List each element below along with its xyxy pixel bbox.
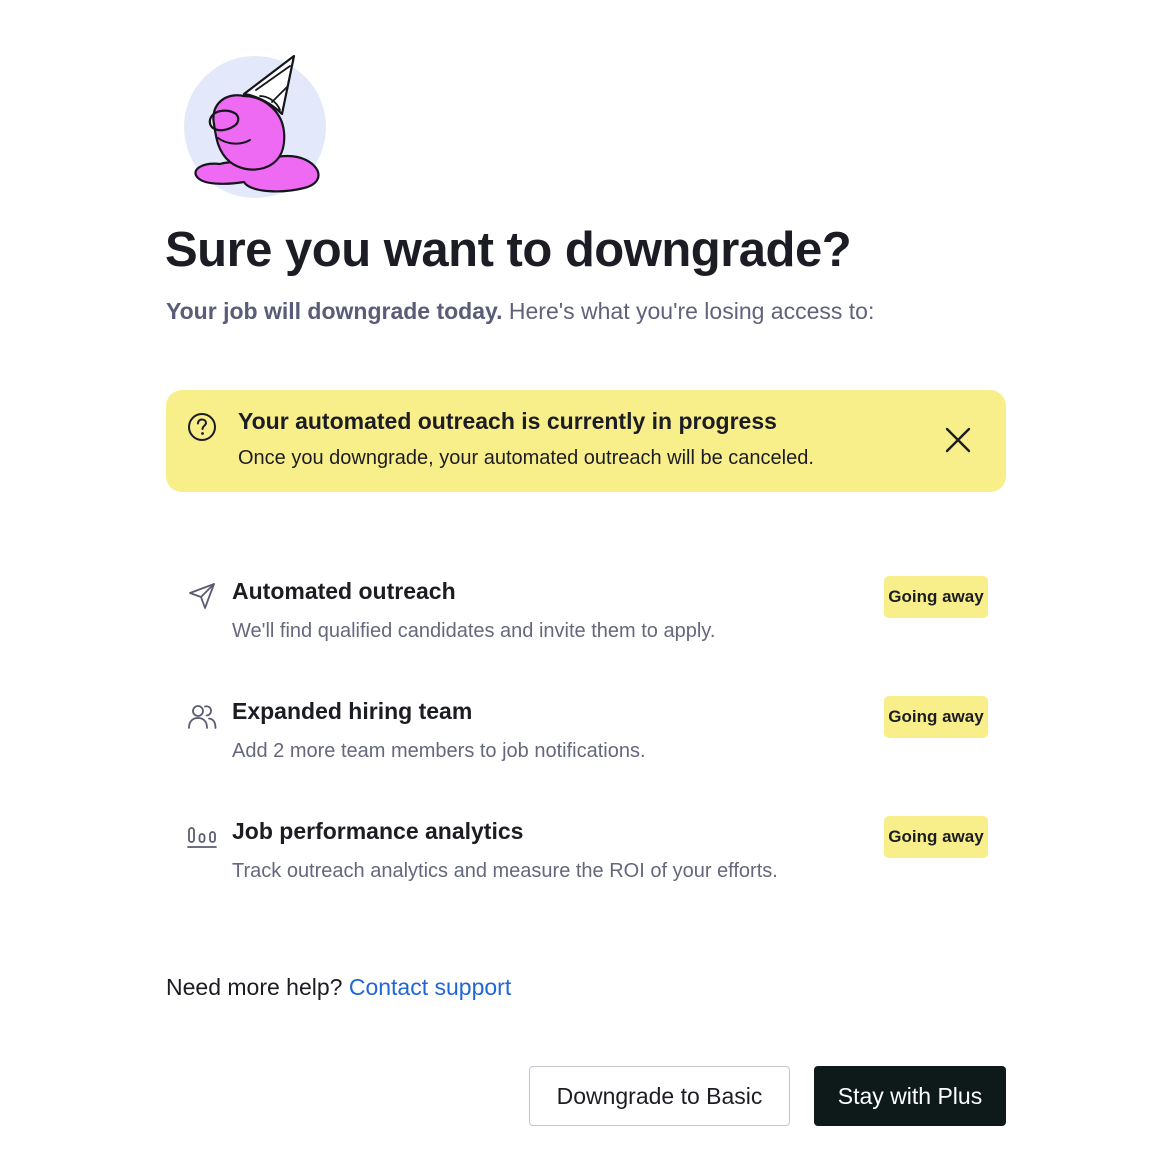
question-circle-icon	[186, 411, 218, 443]
melted-ice-cream-illustration	[180, 52, 330, 202]
paper-plane-icon	[186, 580, 218, 612]
page-subtitle: Your job will downgrade today. Here's wh…	[166, 298, 874, 325]
downgrade-to-basic-button[interactable]: Downgrade to Basic	[529, 1066, 790, 1126]
help-text: Need more help? Contact support	[166, 974, 511, 1001]
feature-automated-outreach: Automated outreach We'll find qualified …	[166, 576, 1006, 666]
feature-description: Add 2 more team members to job notificat…	[232, 740, 646, 762]
bar-chart-icon	[186, 820, 218, 852]
close-icon	[938, 427, 978, 463]
subtitle-strong: Your job will downgrade today.	[166, 298, 503, 324]
users-icon	[186, 700, 218, 732]
going-away-badge: Going away	[884, 816, 988, 858]
subtitle-rest: Here's what you're losing access to:	[502, 298, 875, 324]
outreach-alert: Your automated outreach is currently in …	[166, 390, 1006, 492]
feature-expanded-hiring-team: Expanded hiring team Add 2 more team mem…	[166, 696, 1006, 786]
feature-description: We'll find qualified candidates and invi…	[232, 620, 716, 642]
alert-body: Once you downgrade, your automated outre…	[238, 447, 814, 469]
feature-job-performance-analytics: Job performance analytics Track outreach…	[166, 816, 1006, 906]
help-label: Need more help?	[166, 974, 343, 1000]
feature-title: Automated outreach	[232, 578, 456, 604]
alert-title: Your automated outreach is currently in …	[238, 408, 777, 434]
contact-support-link[interactable]: Contact support	[349, 974, 511, 1000]
going-away-badge: Going away	[884, 576, 988, 618]
feature-description: Track outreach analytics and measure the…	[232, 860, 778, 882]
feature-title: Job performance analytics	[232, 818, 524, 844]
page-title: Sure you want to downgrade?	[165, 223, 852, 277]
alert-close-button[interactable]	[938, 420, 978, 460]
going-away-badge: Going away	[884, 696, 988, 738]
feature-title: Expanded hiring team	[232, 698, 473, 724]
stay-with-plus-button[interactable]: Stay with Plus	[814, 1066, 1006, 1126]
